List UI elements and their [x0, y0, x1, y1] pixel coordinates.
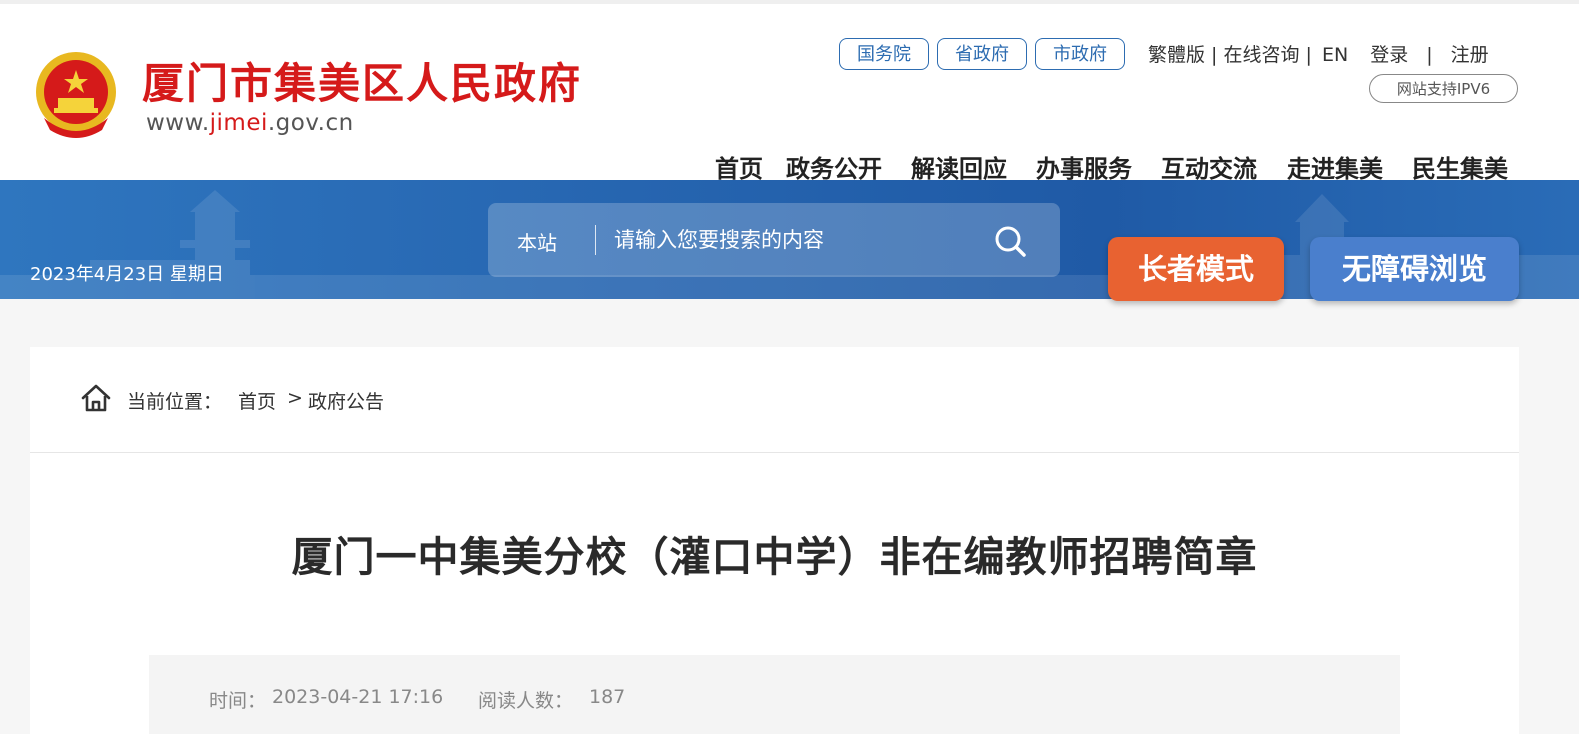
- domain-highlight: jimei: [209, 110, 268, 136]
- breadcrumb-home[interactable]: 首页: [238, 387, 276, 414]
- nav-livelihood[interactable]: 民生集美: [1412, 149, 1508, 184]
- breadcrumb-label: 当前位置：: [127, 391, 223, 413]
- breadcrumb: 当前位置： 首页 > 政府公告: [30, 347, 1519, 453]
- accessible-mode-button[interactable]: 无障碍浏览: [1310, 237, 1519, 301]
- article-card: 当前位置： 首页 > 政府公告 厦门一中集美分校（灌口中学）非在编教师招聘简章 …: [30, 347, 1519, 734]
- nav-interpretation[interactable]: 解读回应: [911, 149, 1007, 184]
- link-city-gov[interactable]: 市政府: [1035, 38, 1125, 70]
- link-traditional[interactable]: 繁體版: [1148, 44, 1205, 66]
- search-input[interactable]: [614, 221, 974, 259]
- domain-prefix: www.: [146, 110, 210, 136]
- link-province-gov[interactable]: 省政府: [937, 38, 1027, 70]
- nav-home[interactable]: 首页: [715, 149, 763, 184]
- nav-gov-affairs[interactable]: 政务公开: [786, 149, 882, 184]
- reads-value: 187: [589, 686, 626, 708]
- site-name[interactable]: 厦门市集美区人民政府: [142, 50, 582, 111]
- elder-mode-button[interactable]: 长者模式: [1108, 237, 1284, 301]
- link-english[interactable]: EN: [1322, 44, 1348, 66]
- home-icon: [81, 384, 111, 412]
- breadcrumb-separator: >: [287, 387, 303, 409]
- link-state-council[interactable]: 国务院: [839, 38, 929, 70]
- national-emblem-icon: [36, 52, 116, 138]
- search-icon[interactable]: [992, 223, 1028, 259]
- utility-links: 繁體版 | 在线咨询 | EN 登录 | 注册: [1148, 44, 1489, 66]
- site-domain: www.jimei.gov.cn: [146, 110, 354, 136]
- reads-label: 阅读人数：: [478, 690, 574, 712]
- current-date: 2023年4月23日 星期日: [30, 264, 224, 285]
- link-login[interactable]: 登录: [1370, 44, 1408, 66]
- nav-services[interactable]: 办事服务: [1036, 149, 1132, 184]
- search-scope-select[interactable]: 本站: [517, 227, 557, 256]
- time-value: 2023-04-21 17:16: [272, 686, 444, 708]
- search-box: 本站: [488, 203, 1060, 277]
- nav-interaction[interactable]: 互动交流: [1161, 149, 1257, 184]
- nav-about-jimei[interactable]: 走进集美: [1287, 149, 1383, 184]
- time-label: 时间：: [209, 690, 267, 712]
- domain-suffix: .gov.cn: [267, 110, 354, 136]
- link-consult[interactable]: 在线咨询: [1224, 44, 1300, 66]
- site-header: 厦门市集美区人民政府 www.jimei.gov.cn 国务院 省政府 市政府 …: [0, 4, 1579, 183]
- article-meta: 时间： 2023-04-21 17:16 阅读人数： 187: [149, 655, 1400, 734]
- article-title: 厦门一中集美分校（灌口中学）非在编教师招聘简章: [291, 533, 1258, 581]
- search-divider: [595, 225, 596, 255]
- ipv6-badge: 网站支持IPV6: [1369, 74, 1518, 103]
- link-register[interactable]: 注册: [1451, 44, 1489, 66]
- breadcrumb-current[interactable]: 政府公告: [308, 387, 384, 414]
